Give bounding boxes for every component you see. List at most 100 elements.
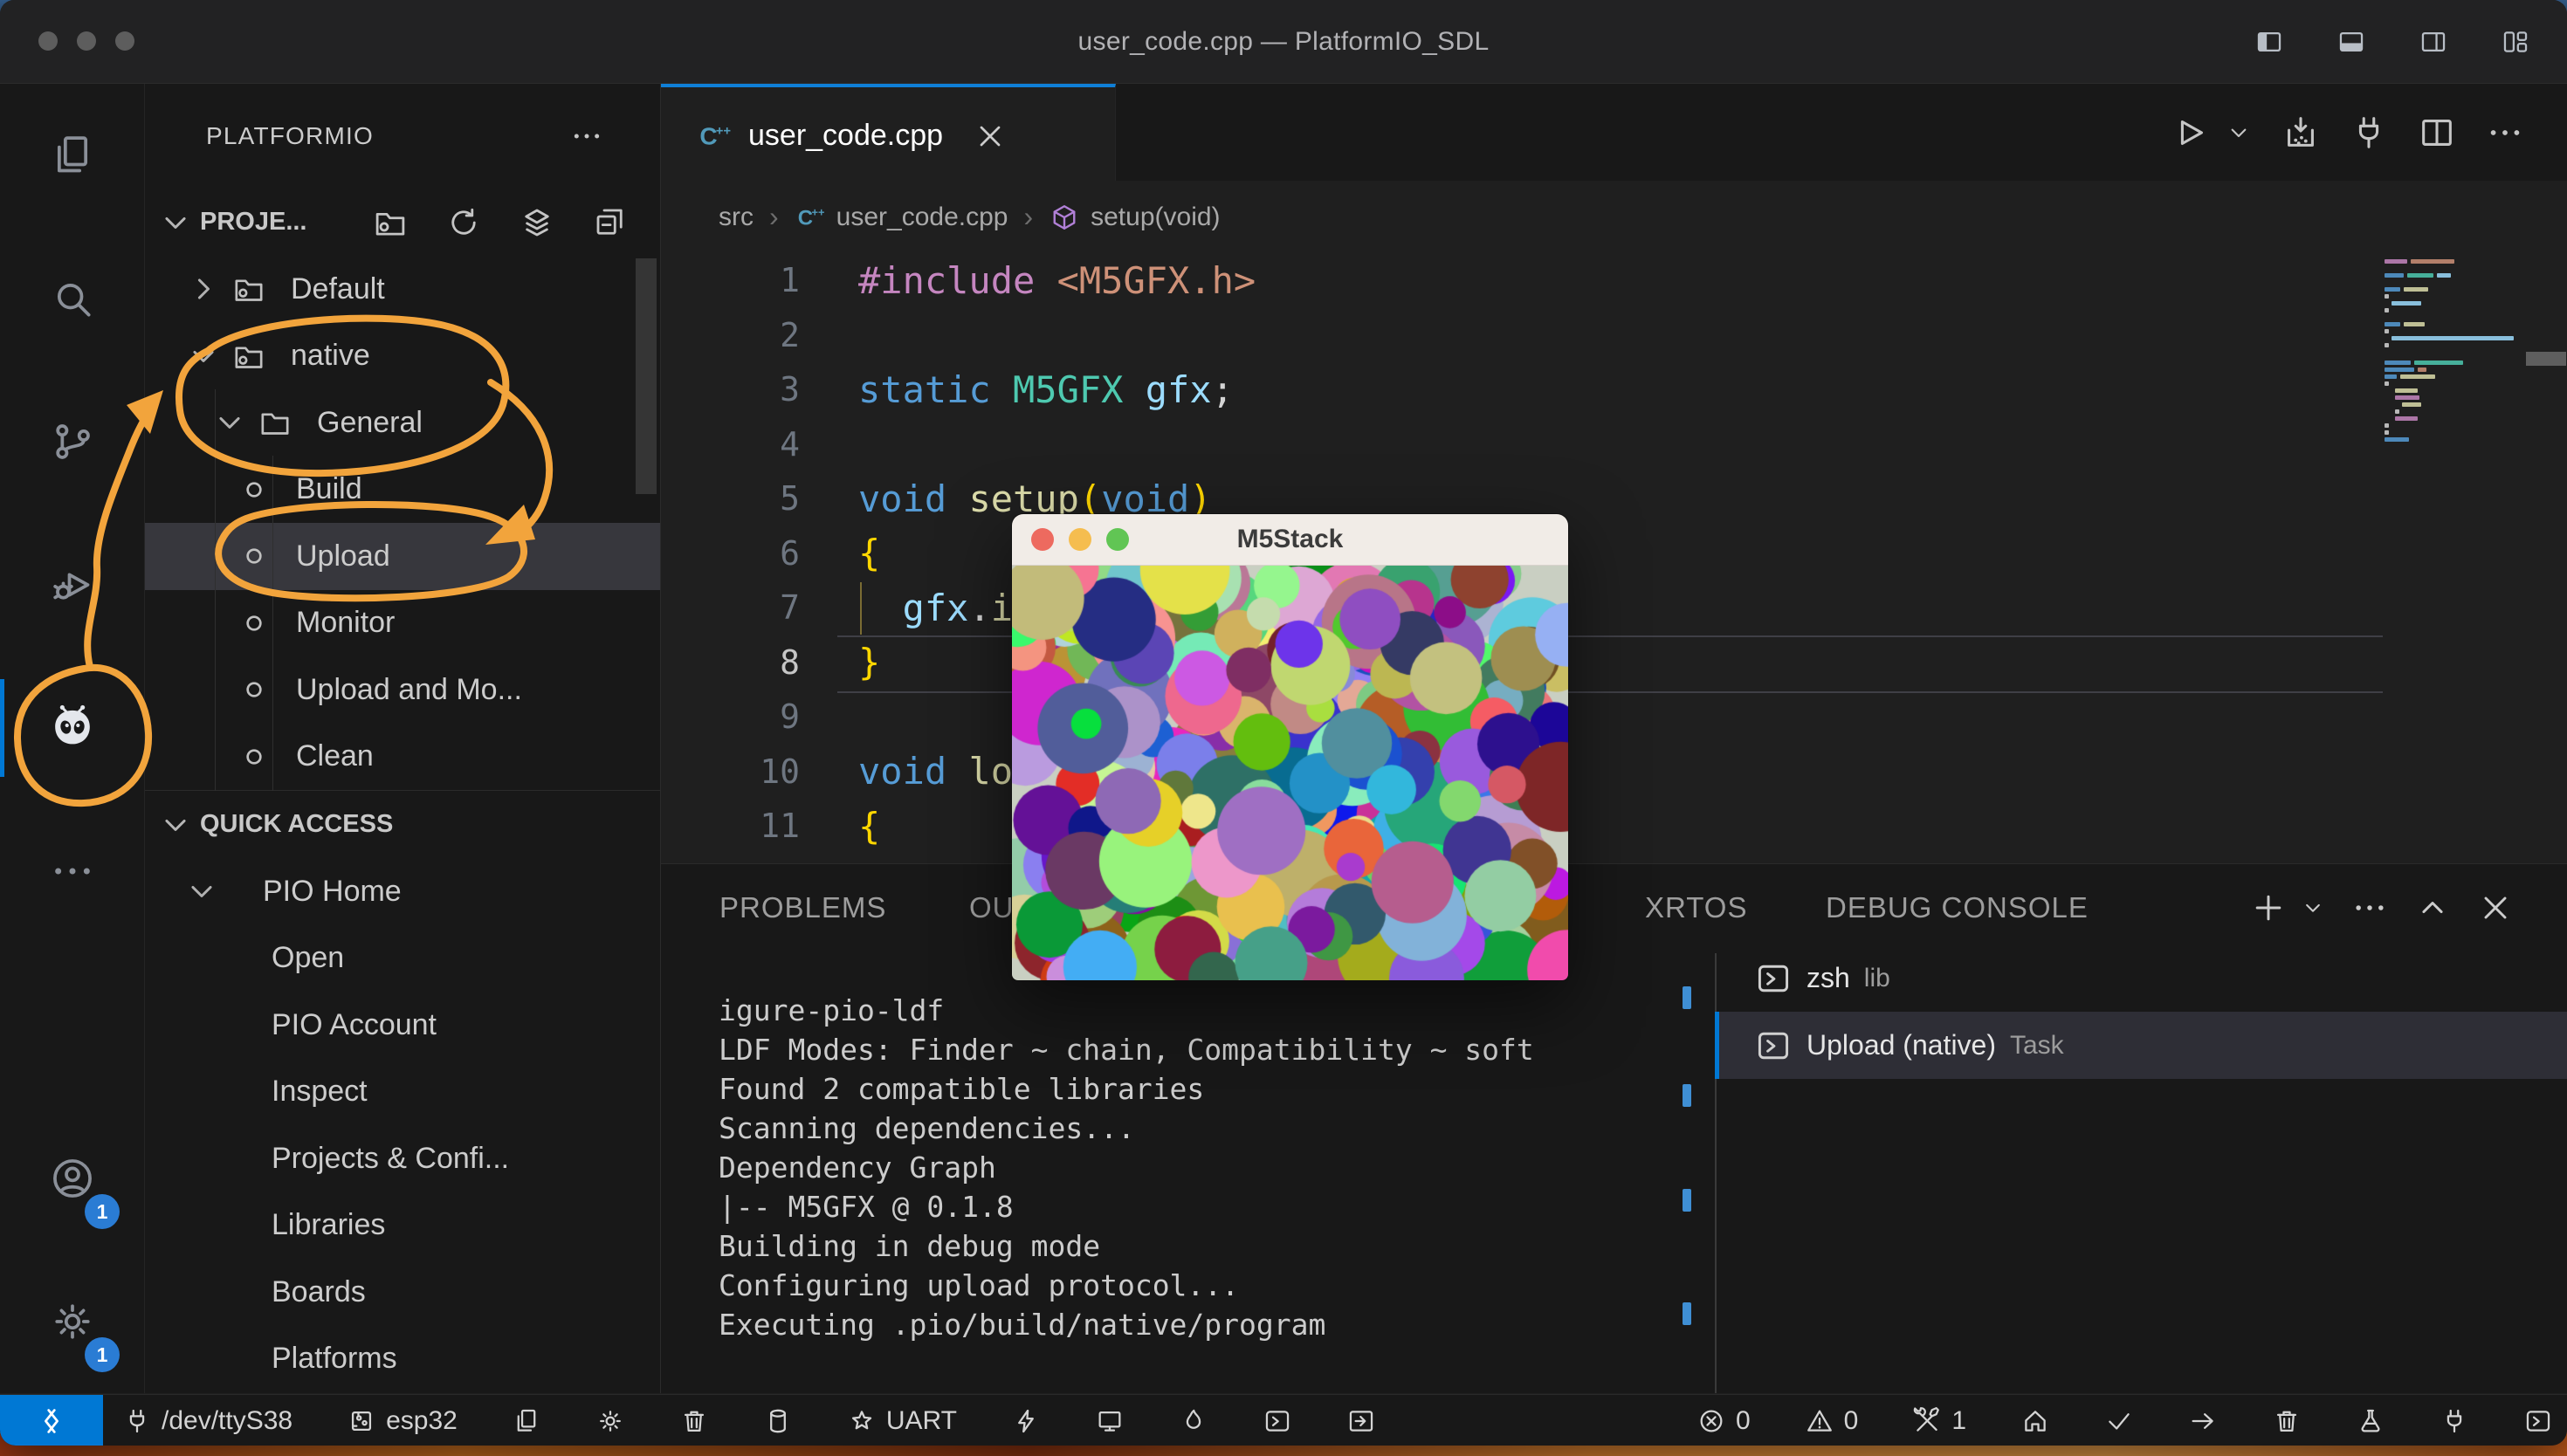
views-and-more-icon[interactable] — [2350, 889, 2389, 927]
statusbar-project-configuration[interactable] — [595, 1406, 625, 1436]
tree-item-upload-and-mo[interactable]: Upload and Mo... — [145, 656, 660, 724]
quickaccess-item-libraries[interactable]: Libraries — [145, 1192, 660, 1260]
terminal-launch-options-icon[interactable] — [2300, 895, 2326, 921]
minimap[interactable] — [2385, 254, 2522, 542]
panel-tab-problems[interactable]: PROBLEMS — [719, 864, 886, 951]
statusbar-quick-flash[interactable] — [1011, 1406, 1041, 1436]
sidebar-scrollbar[interactable] — [636, 258, 657, 494]
quickaccess-item-projects-confi[interactable]: Projects & Confi... — [145, 1125, 660, 1192]
quickaccess-item-open[interactable]: Open — [145, 925, 660, 992]
statusbar-deploy[interactable] — [1346, 1406, 1376, 1436]
action-refresh-icon[interactable] — [445, 204, 482, 241]
tree-item-clean[interactable]: Clean — [145, 724, 660, 791]
breadcrumb-setup-void[interactable]: setup(void) — [1049, 202, 1220, 233]
activitybar-item-accounts[interactable]: 1 — [0, 1107, 144, 1250]
terminal-command-decoration[interactable] — [1683, 1084, 1691, 1107]
svg-text:++: ++ — [811, 205, 824, 218]
tree-item-build[interactable]: Build — [145, 457, 660, 524]
split-editor-icon[interactable] — [2417, 113, 2457, 153]
panel-tab-xrtos[interactable]: XRTOS — [1645, 864, 1748, 951]
statusbar-pio-clean[interactable] — [2272, 1406, 2302, 1436]
action-folder-env-icon[interactable] — [372, 204, 409, 241]
statusbar-warnings[interactable]: 0 — [1805, 1406, 1859, 1436]
m5-close-button[interactable] — [1031, 528, 1054, 551]
quickaccess-item-inspect[interactable]: Inspect — [145, 1059, 660, 1126]
toggle-panel-icon[interactable] — [2335, 27, 2368, 57]
statusbar-pio-test[interactable] — [2356, 1406, 2385, 1436]
tree-item-native[interactable]: native — [145, 323, 660, 390]
activitybar-item-manage[interactable]: 1 — [0, 1250, 144, 1393]
remote-indicator[interactable] — [0, 1395, 103, 1446]
activitybar-item-explorer[interactable] — [0, 84, 144, 227]
more-actions-icon[interactable] — [2485, 113, 2525, 153]
statusbar-pio-upload[interactable] — [2188, 1406, 2218, 1436]
toggle-secondary-sidebar-icon[interactable] — [2417, 27, 2450, 57]
quickaccess-item-boards[interactable]: Boards — [145, 1259, 660, 1326]
statusbar-serial-port[interactable]: /dev/ttyS38 — [122, 1406, 292, 1436]
m5stack-title-bar[interactable]: M5Stack — [1012, 514, 1568, 566]
run-options-icon[interactable] — [2225, 119, 2253, 147]
code-line-2: 2 — [661, 308, 2567, 363]
section-project-tasks[interactable]: PROJE... — [145, 189, 660, 256]
statusbar-errors[interactable]: 0 — [1696, 1406, 1751, 1436]
warnings-icon — [1805, 1406, 1834, 1436]
svg-text:++: ++ — [716, 124, 732, 138]
terminal-command-decoration[interactable] — [1683, 1189, 1691, 1212]
statusbar-burn[interactable] — [1179, 1406, 1208, 1436]
m5-minimize-button[interactable] — [1069, 528, 1091, 551]
terminal-command-decoration[interactable] — [1683, 986, 1691, 1009]
action-collapse-all-icon[interactable] — [592, 204, 629, 241]
breadcrumb-src[interactable]: src — [719, 203, 754, 232]
activitybar-item-run-and-debug[interactable] — [0, 513, 144, 656]
statusbar-running-tasks[interactable]: 1 — [1912, 1406, 1966, 1436]
run-icon[interactable] — [2171, 113, 2211, 153]
pio-install-icon[interactable] — [2281, 113, 2321, 153]
m5stack-window[interactable]: M5Stack — [1011, 513, 1569, 981]
minimap-line — [2385, 343, 2389, 347]
terminal-output[interactable]: igure-pio-ldf LDF Modes: Finder ~ chain,… — [719, 991, 1534, 1344]
statusbar-board[interactable]: esp32 — [347, 1406, 458, 1436]
editor-scrollbar-thumb[interactable] — [2526, 352, 2566, 366]
tree-item-monitor[interactable]: Monitor — [145, 590, 660, 657]
quickaccess-item-pio-home[interactable]: PIO Home — [145, 858, 660, 925]
m5-zoom-button[interactable] — [1106, 528, 1129, 551]
terminal-command-decoration[interactable] — [1683, 1302, 1691, 1325]
section-quick-access[interactable]: QUICK ACCESS — [145, 790, 660, 858]
quickaccess-item-label: Platforms — [272, 1342, 397, 1376]
new-terminal-icon[interactable] — [2249, 889, 2288, 927]
panel-tab-debug-console[interactable]: DEBUG CONSOLE — [1826, 864, 2089, 951]
statusbar-clean[interactable] — [679, 1406, 709, 1436]
terminal-list-item-upload-native[interactable]: Upload (native)Task — [1715, 1012, 2567, 1079]
statusbar-pio-serial-monitor[interactable] — [2440, 1406, 2469, 1436]
statusbar-pio-new-terminal[interactable] — [2523, 1406, 2553, 1436]
quickaccess-item-platforms[interactable]: Platforms — [145, 1326, 660, 1393]
statusbar-storage[interactable] — [763, 1406, 793, 1436]
quickaccess-item-pio-account[interactable]: PIO Account — [145, 992, 660, 1059]
statusbar-project-environment[interactable] — [512, 1406, 541, 1436]
activitybar-item-additional-views[interactable] — [0, 800, 144, 943]
statusbar-uart-mode[interactable]: UART — [847, 1406, 957, 1436]
breadcrumb-user-code-cpp[interactable]: C++user_code.cpp — [795, 202, 1008, 233]
statusbar-new-terminal[interactable] — [1263, 1406, 1292, 1436]
terminal-list-item-zsh[interactable]: zshlib — [1715, 944, 2567, 1012]
tree-item-upload[interactable]: Upload — [145, 523, 660, 590]
sidebar-more-actions-icon[interactable] — [569, 119, 604, 154]
activitybar-item-search[interactable] — [0, 227, 144, 370]
close-panel-icon[interactable] — [2476, 889, 2515, 927]
tree-item-default[interactable]: Default — [145, 256, 660, 323]
action-layers-icon[interactable] — [519, 204, 555, 241]
statusbar-device-monitor[interactable] — [1095, 1406, 1125, 1436]
statusbar-pio-build[interactable] — [2104, 1406, 2134, 1436]
activitybar-item-platformio[interactable] — [0, 656, 144, 800]
code-editor[interactable]: 1#include <M5GFX.h>23static M5GFX gfx;45… — [661, 253, 2567, 863]
close-tab-icon[interactable] — [973, 119, 1008, 154]
tree-item-general[interactable]: General — [145, 389, 660, 457]
customize-layout-icon[interactable] — [2499, 27, 2532, 57]
tab-user-code-cpp[interactable]: C++ user_code.cpp — [661, 84, 1116, 184]
statusbar-pio-home[interactable] — [2020, 1406, 2050, 1436]
terminal-name: zsh — [1807, 962, 1850, 994]
toggle-primary-sidebar-icon[interactable] — [2253, 27, 2286, 57]
serial-monitor-icon[interactable] — [2349, 113, 2389, 153]
activitybar-item-source-control[interactable] — [0, 370, 144, 513]
maximize-panel-icon[interactable] — [2413, 889, 2452, 927]
